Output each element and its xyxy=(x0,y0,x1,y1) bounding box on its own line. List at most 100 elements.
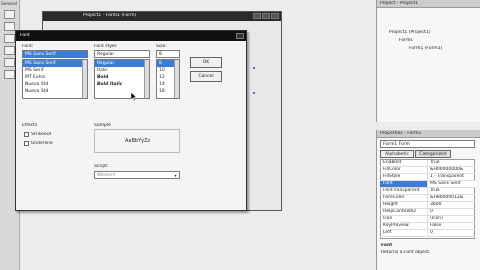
property-value: True xyxy=(427,160,475,166)
property-value: MS Sans Serif xyxy=(427,181,475,187)
font-style-item[interactable]: Bold Italic xyxy=(95,81,149,88)
effects-label: Effects xyxy=(22,123,38,128)
description-text: Returns a Font object. xyxy=(381,250,431,255)
maximize-button[interactable] xyxy=(262,13,270,19)
script-select-value: Western xyxy=(97,173,116,178)
font-item[interactable]: MT Extra xyxy=(23,74,87,81)
button-tool[interactable] xyxy=(4,46,15,55)
font-list-scrollbar[interactable] xyxy=(82,60,87,98)
option-tool[interactable] xyxy=(4,70,15,79)
property-value: 3600 xyxy=(427,202,475,208)
property-name: Height xyxy=(383,202,398,207)
form-title: Project1 - Form1 (Form) xyxy=(83,13,137,18)
grid-dot xyxy=(253,92,255,94)
form-title-bar: Project1 - Form1 (Form) xyxy=(43,12,281,21)
property-value: (Icon) xyxy=(427,216,475,222)
strikeout-label: Strikeout xyxy=(31,132,52,137)
property-value: &H80000012& xyxy=(427,195,475,201)
font-style-list-scrollbar[interactable] xyxy=(144,60,149,98)
property-row[interactable]: FillStyle 1 - Transparent xyxy=(380,174,475,181)
property-row[interactable]: Left 0 xyxy=(380,230,475,237)
font-list[interactable]: MS Sans Serif MS Serif MT Extra Nueva St… xyxy=(22,59,88,99)
project-pane-title-bar: Project - Project1 xyxy=(377,0,480,8)
font-style-item[interactable]: Italic xyxy=(95,67,149,74)
property-row-selected[interactable]: Font MS Sans Serif xyxy=(380,181,475,188)
label-tool[interactable] xyxy=(4,22,15,31)
property-name: FillColor xyxy=(383,167,401,172)
property-value: &H00000000& xyxy=(427,167,475,173)
property-name: ForeColor xyxy=(383,195,405,200)
script-label: Script: xyxy=(94,164,109,169)
tree-node-forms[interactable]: Forms xyxy=(399,38,413,44)
mouse-cursor-icon xyxy=(131,92,137,101)
description-title: Font xyxy=(381,243,393,248)
checkbox-tool[interactable] xyxy=(4,58,15,67)
property-value: 1 - Transparent xyxy=(427,174,475,180)
size-list-scrollbar[interactable] xyxy=(174,60,179,98)
props-title-bar: Properties - Form1 xyxy=(377,130,480,138)
font-input-value: MS Sans Serif xyxy=(23,51,87,58)
property-name: FillStyle xyxy=(383,174,401,179)
toolbox-title: General xyxy=(1,1,17,6)
props-title: Properties - Form1 xyxy=(380,131,422,136)
property-row[interactable]: FillColor &H00000000& xyxy=(380,167,475,174)
property-row[interactable]: ForeColor &H80000012& xyxy=(380,195,475,202)
script-select[interactable]: Western ▾ xyxy=(94,171,180,179)
chevron-down-icon[interactable]: ▾ xyxy=(173,173,178,178)
property-name: HelpContextID xyxy=(383,209,416,214)
tree-node-form1[interactable]: Form1 (Form1) xyxy=(409,46,442,52)
object-select-value: Form1 Form xyxy=(383,142,410,147)
textbox-tool[interactable] xyxy=(4,34,15,43)
tab-alphabetic[interactable]: Alphabetic xyxy=(380,150,414,158)
ok-button[interactable]: OK xyxy=(190,57,222,68)
size-list[interactable]: 8 10 12 14 18 xyxy=(156,59,180,99)
size-input[interactable]: 8 xyxy=(156,50,180,58)
properties-window: Properties - Form1 Form1 Form Alphabetic… xyxy=(376,130,480,270)
font-item[interactable]: MS Serif xyxy=(23,67,87,74)
font-style-input[interactable]: Regular xyxy=(94,50,150,58)
font-style-item[interactable]: Regular xyxy=(95,60,149,67)
property-row[interactable]: KeyPreview False xyxy=(380,223,475,230)
property-name: KeyPreview xyxy=(383,223,409,228)
project-explorer: Project - Project1 Project1 (Project1) F… xyxy=(376,0,480,122)
font-style-input-value: Regular xyxy=(97,52,115,57)
font-input[interactable]: MS Sans Serif xyxy=(22,50,88,58)
strikeout-checkbox[interactable] xyxy=(24,132,29,137)
property-value: 0 xyxy=(427,230,475,236)
grid-dot xyxy=(253,67,255,69)
form-designer-window: Project1 - Form1 (Form) Font Font: MS Sa… xyxy=(15,11,282,211)
font-dialog: Font Font: MS Sans Serif MS Sans Serif M… xyxy=(15,30,247,211)
sample-text: AaBbYyZz xyxy=(125,138,151,144)
pointer-tool[interactable] xyxy=(4,10,15,19)
property-name: Left xyxy=(383,230,392,235)
size-input-value: 8 xyxy=(159,52,162,57)
close-button[interactable] xyxy=(271,13,279,19)
font-dialog-title-bar: Font xyxy=(16,31,246,41)
font-item[interactable]: Nueva Std xyxy=(23,88,87,95)
property-name: Font xyxy=(383,181,393,186)
dialog-close-button[interactable] xyxy=(236,33,244,39)
property-row[interactable]: Icon (Icon) xyxy=(380,216,475,223)
minimize-button[interactable] xyxy=(253,13,261,19)
property-value: True xyxy=(427,188,475,194)
cancel-button[interactable]: Cancel xyxy=(190,71,222,82)
tab-categorized[interactable]: Categorized xyxy=(415,150,451,158)
property-row[interactable]: Height 3600 xyxy=(380,202,475,209)
font-dialog-title: Font xyxy=(20,33,30,38)
font-item[interactable]: Nueva Std xyxy=(23,81,87,88)
property-name: FontTransparent xyxy=(383,188,420,193)
property-row[interactable]: Enabled True xyxy=(380,160,475,167)
property-row[interactable]: HelpContextID 0 xyxy=(380,209,475,216)
object-select[interactable]: Form1 Form xyxy=(380,140,475,148)
sample-box: AaBbYyZz xyxy=(94,129,180,153)
property-name: Enabled xyxy=(383,160,402,165)
underline-label: Underline xyxy=(31,141,53,146)
font-item[interactable]: MS Sans Serif xyxy=(23,60,87,67)
font-style-list[interactable]: Regular Italic Bold Bold Italic xyxy=(94,59,150,99)
tree-node-project[interactable]: Project1 (Project1) xyxy=(389,30,430,36)
property-value: 0 xyxy=(427,209,475,215)
property-row[interactable]: FontTransparent True xyxy=(380,188,475,195)
project-pane-title: Project - Project1 xyxy=(380,1,419,6)
underline-checkbox[interactable] xyxy=(24,141,29,146)
font-style-item[interactable]: Bold xyxy=(95,74,149,81)
